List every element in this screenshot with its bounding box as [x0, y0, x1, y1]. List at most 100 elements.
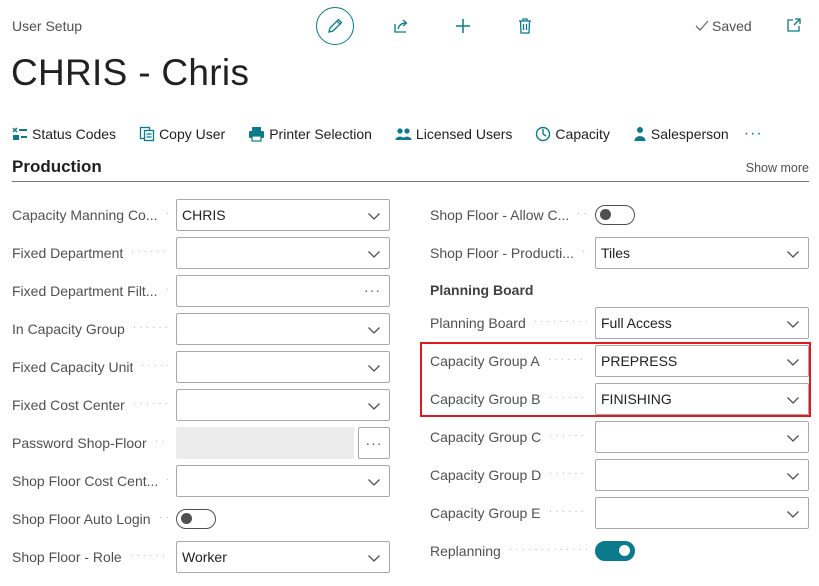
chevron-down-icon: [787, 321, 799, 328]
lookup-input[interactable]: ···: [176, 275, 390, 307]
field-label: In Capacity Group: [12, 321, 125, 337]
dropdown-input[interactable]: Worker: [176, 541, 390, 573]
action-bar: Status Codes Copy User Printer Selection…: [12, 120, 763, 148]
share-icon: [394, 19, 408, 33]
field-label: Capacity Group C: [430, 429, 542, 445]
pencil-icon: [328, 18, 343, 33]
printer-selection-action[interactable]: Printer Selection: [248, 126, 372, 142]
field-fixed-department: Fixed Department ····················: [12, 237, 392, 269]
field-label: Shop Floor - Role: [12, 549, 122, 565]
field-leader-dots: ····················: [159, 512, 168, 523]
open-new-window-button[interactable]: [786, 17, 802, 36]
field-leader-dots: ····················: [141, 360, 168, 371]
dropdown-input[interactable]: [595, 421, 809, 453]
planning-board-heading: Planning Board: [430, 282, 534, 298]
dropdown-input[interactable]: [595, 497, 809, 529]
field-label: Fixed Capacity Unit: [12, 359, 134, 375]
field-fixed-cost-center: Fixed Cost Center ····················: [12, 389, 392, 421]
field-label: Password Shop-Floor: [12, 435, 147, 451]
more-actions-button[interactable]: ···: [744, 125, 763, 143]
field-shop-floor-role: Shop Floor - Role ···················· Wor…: [12, 541, 392, 573]
field-shop-floor-cost-cent: Shop Floor Cost Cent... ·················…: [12, 465, 392, 497]
top-actions: [316, 6, 568, 46]
status-codes-label: Status Codes: [32, 126, 117, 142]
field-label: Shop Floor - Allow C...: [430, 207, 570, 223]
field-leader-dots: ····················: [166, 275, 168, 307]
dropdown-input[interactable]: [176, 351, 390, 383]
field-capacity-group-d: Capacity Group D ····················: [430, 459, 810, 491]
field-capacity-group-c: Capacity Group C ····················: [430, 421, 810, 453]
field-leader-dots: ····················: [131, 246, 168, 257]
toggle-switch[interactable]: [595, 205, 635, 225]
field-label: Shop Floor - Producti...: [430, 245, 574, 261]
field-label: Fixed Department Filt...: [12, 283, 158, 299]
share-button[interactable]: [382, 7, 420, 45]
chevron-down-icon: [368, 479, 380, 486]
chevron-down-icon: [368, 365, 380, 372]
field-capacity-group-e: Capacity Group E ····················: [430, 497, 810, 529]
plus-icon: [456, 19, 470, 33]
copy-user-action[interactable]: Copy User: [139, 126, 225, 142]
dropdown-input[interactable]: Tiles: [595, 237, 809, 269]
field-replanning: Replanning ····················: [430, 535, 810, 567]
field-capacity-manning-co: Capacity Manning Co... ··················…: [12, 199, 392, 231]
field-leader-dots: ····················: [549, 506, 587, 517]
field-value: Full Access: [601, 315, 672, 331]
assist-edit-button[interactable]: ···: [358, 427, 390, 459]
show-more-link[interactable]: Show more: [746, 161, 809, 175]
saved-label: Saved: [712, 18, 752, 34]
dropdown-input[interactable]: [176, 237, 390, 269]
capacity-label: Capacity: [555, 126, 610, 142]
dropdown-input[interactable]: [176, 389, 390, 421]
page-caption: User Setup: [12, 18, 83, 34]
field-leader-dots: ····················: [534, 316, 587, 327]
field-value: Worker: [182, 549, 227, 565]
printer-icon: [249, 127, 265, 142]
toggle-knob: [619, 545, 630, 556]
status-codes-action[interactable]: Status Codes: [12, 126, 116, 142]
printer-selection-label: Printer Selection: [269, 126, 372, 142]
dropdown-input[interactable]: CHRIS: [176, 199, 390, 231]
capacity-action[interactable]: Capacity: [535, 126, 610, 142]
field-leader-dots: ····················: [549, 468, 587, 479]
field-leader-dots: ····················: [166, 465, 168, 497]
field-shop-floor-auto-login: Shop Floor Auto Login ···················…: [12, 503, 392, 535]
field-label: Capacity Group D: [430, 467, 542, 483]
field-shop-floor-allow-c: Shop Floor - Allow C... ·················…: [430, 199, 810, 231]
field-leader-dots: ····················: [577, 208, 587, 219]
field-label: Replanning: [430, 543, 501, 559]
edit-button[interactable]: [316, 7, 354, 45]
dropdown-input[interactable]: [595, 459, 809, 491]
salesperson-label: Salesperson: [650, 126, 729, 142]
record-title: CHRIS - Chris: [11, 52, 250, 93]
field-leader-dots: ····················: [130, 550, 168, 561]
field-label: Shop Floor Auto Login: [12, 511, 151, 527]
field-leader-dots: ····················: [549, 430, 587, 441]
delete-button[interactable]: [506, 7, 544, 45]
chevron-down-icon: [368, 327, 380, 334]
toggle-switch[interactable]: [176, 509, 216, 529]
saved-status: Saved: [695, 18, 752, 34]
field-shop-floor-producti: Shop Floor - Producti... ················…: [430, 237, 810, 269]
field-label: Fixed Department: [12, 245, 124, 261]
section-title[interactable]: Production: [12, 157, 102, 177]
field-value: Tiles: [601, 245, 631, 261]
toggle-switch[interactable]: [595, 541, 635, 561]
field-leader-dots: ····················: [133, 322, 168, 333]
field-fixed-capacity-unit: Fixed Capacity Unit ····················: [12, 351, 392, 383]
copy-icon: [139, 126, 155, 142]
new-button[interactable]: [444, 7, 482, 45]
dropdown-input[interactable]: [176, 465, 390, 497]
dropdown-input[interactable]: Full Access: [595, 307, 809, 339]
licensed-users-action[interactable]: Licensed Users: [395, 126, 513, 142]
status-codes-icon: [12, 127, 27, 140]
field-fixed-department-filt: Fixed Department Filt...················…: [12, 275, 392, 307]
password-input[interactable]: [176, 427, 354, 459]
chevron-down-icon: [368, 251, 380, 258]
salesperson-action[interactable]: Salesperson: [633, 126, 729, 142]
highlight-box: [420, 342, 811, 417]
licensed-users-label: Licensed Users: [415, 126, 513, 142]
dropdown-input[interactable]: [176, 313, 390, 345]
lookup-ellipsis-icon[interactable]: ···: [364, 282, 381, 298]
field-label: Fixed Cost Center: [12, 397, 125, 413]
